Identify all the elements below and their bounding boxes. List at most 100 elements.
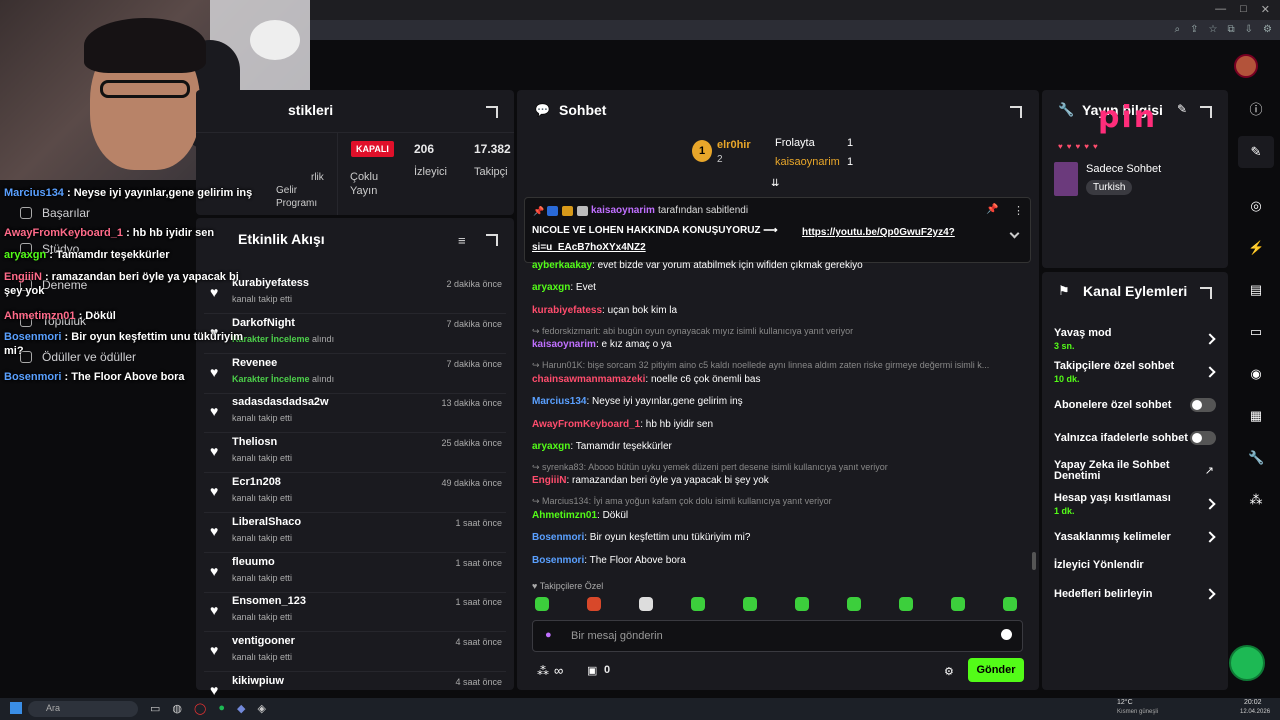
windows-start-icon[interactable] <box>10 702 22 714</box>
steam-icon[interactable]: ◈ <box>257 702 265 715</box>
activity-user[interactable]: fleuumo <box>232 556 275 568</box>
chat-username[interactable]: kurabiyefatess <box>532 305 602 316</box>
expand-icon[interactable] <box>1200 287 1212 299</box>
share-icon[interactable]: ⇪ <box>1190 24 1198 35</box>
mic-icon[interactable]: ● <box>545 629 552 641</box>
spotify-icon[interactable]: ● <box>218 702 225 715</box>
emote-icon[interactable] <box>899 597 913 611</box>
chat-username[interactable]: Bosenmori <box>532 532 584 543</box>
activity-row[interactable]: ♥ sadasdasdadsa2w kanalı takip etti 13 daki… <box>204 393 506 434</box>
activity-row[interactable]: ♥ ventigooner kanalı takip etti 4 saat önce <box>204 632 506 673</box>
activity-row[interactable]: ♥ fleuumo kanalı takip etti 1 saat önce <box>204 553 506 593</box>
send-button[interactable]: Gönder <box>968 658 1024 682</box>
layout-icon[interactable]: ▦ <box>1248 408 1264 424</box>
activity-row[interactable]: ♥ Ecr1n208 kanalı takip etti 49 dakika önce <box>204 473 506 513</box>
activity-row[interactable]: ♥ Revenee Karakter İnceleme alındı 7 dakika… <box>204 354 506 394</box>
minimize-button[interactable]: — <box>1215 3 1226 16</box>
language-tag[interactable]: Turkish <box>1086 180 1133 195</box>
category-name[interactable]: Sadece Sohbet <box>1086 163 1161 175</box>
clock-time[interactable]: 20:02 <box>1244 699 1262 706</box>
activity-user[interactable]: Theliosn <box>232 436 277 448</box>
edit-icon[interactable]: ✎ <box>1177 102 1187 116</box>
more-icon[interactable]: ⋮ <box>1013 204 1024 217</box>
chat-username[interactable]: Marcius134 <box>532 396 586 407</box>
banned-words-row[interactable]: Yasaklanmış kelimeler <box>1054 531 1222 543</box>
community-icon[interactable]: ⁂ <box>537 664 549 678</box>
settings-icon[interactable]: ⚙ <box>1263 24 1272 35</box>
close-button[interactable]: ✕ <box>1261 3 1270 16</box>
lightning-icon[interactable]: ⚡ <box>1248 240 1264 256</box>
weather-temp[interactable]: 12°C <box>1117 699 1133 706</box>
activity-user[interactable]: DarkofNight <box>232 317 295 329</box>
info-icon[interactable]: ⓘ <box>1248 102 1264 118</box>
zoom-icon[interactable]: ⌕ <box>1175 24 1181 35</box>
activity-user[interactable]: LiberalShaco <box>232 516 301 528</box>
goals-row[interactable]: Hedefleri belirleyin <box>1054 588 1222 600</box>
broadcast-icon[interactable]: ◉ <box>1248 366 1264 382</box>
expand-icon[interactable] <box>1200 106 1212 118</box>
emote-icon[interactable] <box>587 597 601 611</box>
chat-username[interactable]: Ahmetimzn01 <box>532 510 597 521</box>
collapse-icon[interactable]: ⇊ <box>771 178 779 189</box>
external-link-icon[interactable]: ↗ <box>1205 464 1214 477</box>
account-age-row[interactable]: Hesap yaşı kısıtlaması 1 dk. <box>1054 492 1222 516</box>
taskbar-search[interactable]: Ara <box>28 701 138 717</box>
star-icon[interactable]: ☆ <box>1209 24 1218 35</box>
file-explorer-icon[interactable]: ▭ <box>150 702 160 715</box>
user-avatar[interactable] <box>1234 54 1258 78</box>
expand-icon[interactable] <box>486 234 498 246</box>
emote-icon[interactable] <box>795 597 809 611</box>
category-thumbnail[interactable] <box>1054 162 1078 196</box>
emote-icon[interactable] <box>951 597 965 611</box>
chat-username[interactable]: kaisaoynarim <box>532 339 596 350</box>
wrench-icon[interactable]: 🔧 <box>1248 450 1264 466</box>
chat-username[interactable]: EngiiiN <box>532 475 566 486</box>
pencil-icon[interactable]: ✎ <box>1248 144 1264 160</box>
scrollbar[interactable] <box>1032 552 1036 570</box>
activity-user[interactable]: Revenee <box>232 357 277 369</box>
activity-user[interactable]: Ecr1n208 <box>232 476 281 488</box>
top-gifter-1[interactable]: elr0hir <box>717 139 751 151</box>
chat-username[interactable]: aryaxgn <box>532 441 570 452</box>
activity-user[interactable]: sadasdasdadsa2w <box>232 396 329 408</box>
slow-mode-row[interactable]: Yavaş mod 3 sn. <box>1054 327 1222 351</box>
chat-username[interactable]: aryaxgn <box>532 282 570 293</box>
subs-only-toggle[interactable] <box>1190 398 1216 412</box>
filter-icon[interactable]: ≡ <box>458 233 466 248</box>
download-icon[interactable]: ⇩ <box>1245 24 1253 35</box>
emote-icon[interactable] <box>639 597 653 611</box>
activity-row[interactable]: ♥ Ensomen_123 kanalı takip etti 1 saat önce <box>204 592 506 633</box>
emote-only-toggle[interactable] <box>1190 431 1216 445</box>
pinned-link[interactable]: https://youtu.be/Qp0GwuF2yz4?si=u_EAcB7h… <box>532 225 972 255</box>
pin-toggle-icon[interactable]: 📌 <box>986 204 998 215</box>
redirect-row[interactable]: İzleyici Yönlendir <box>1054 559 1222 571</box>
nav-basarilar[interactable]: Başarılar <box>20 206 90 220</box>
maximize-button[interactable]: □ <box>1240 3 1247 16</box>
pinned-by-user[interactable]: kaisaoynarim <box>591 205 655 216</box>
target-icon[interactable]: ◎ <box>1248 198 1264 214</box>
activity-user[interactable]: kikiwpiuw <box>232 675 284 687</box>
top-gifter-3[interactable]: kaisaoynarim <box>775 156 840 168</box>
multistream-label[interactable]: Çoklu Yayın <box>350 170 390 198</box>
discord-icon[interactable]: ◆ <box>237 702 245 715</box>
community-icon[interactable]: ⁂ <box>1248 492 1264 508</box>
browser-icon[interactable]: ◍ <box>172 702 182 715</box>
chevron-down-icon[interactable] <box>1009 228 1020 239</box>
gear-icon[interactable]: ⚙ <box>944 665 954 678</box>
support-button[interactable] <box>1229 645 1265 681</box>
emote-icon[interactable] <box>535 597 549 611</box>
chat-username[interactable]: chainsawmanmamazeki <box>532 374 645 385</box>
chat-username[interactable]: ayberkaakay <box>532 260 592 271</box>
followers-only-row[interactable]: Takipçilere özel sohbet 10 dk. <box>1054 360 1222 384</box>
gift-icon[interactable]: ▣ <box>587 664 597 677</box>
activity-row[interactable]: ♥ Theliosn kanalı takip etti 25 dakika önce <box>204 433 506 474</box>
opera-icon[interactable]: ◯ <box>194 702 206 715</box>
emote-icon[interactable] <box>743 597 757 611</box>
emoji-icon[interactable] <box>1001 629 1012 640</box>
expand-icon[interactable] <box>486 106 498 118</box>
chat-username[interactable]: Bosenmori <box>532 555 584 566</box>
chat-icon[interactable]: ▭ <box>1248 324 1264 340</box>
emote-icon[interactable] <box>847 597 861 611</box>
notes-icon[interactable]: ▤ <box>1248 282 1264 298</box>
ai-moderation-row[interactable]: Yapay Zeka ile Sohbet Denetimi <box>1054 460 1194 482</box>
